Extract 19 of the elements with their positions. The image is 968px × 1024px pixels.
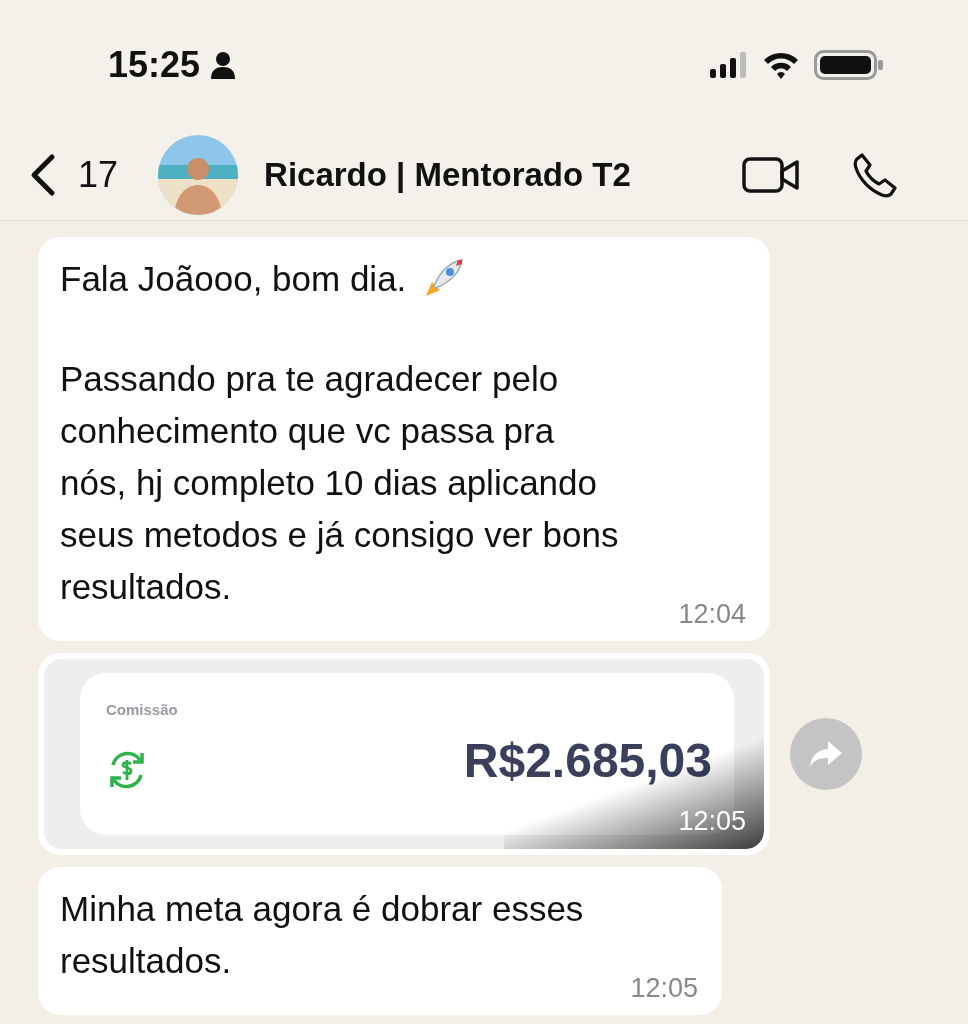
message-time: 12:05 [678, 806, 746, 837]
message-text: Fala Joãooo, bom dia. [60, 258, 407, 300]
contact-name[interactable]: Ricardo | Mentorado T2 [264, 156, 690, 194]
battery-icon [814, 50, 884, 80]
image-message[interactable]: Comissão R$2.685,03 12:05 [38, 653, 770, 855]
forward-arrow-icon [808, 739, 844, 769]
signal-icon [710, 52, 748, 78]
commission-label: Comissão [106, 701, 179, 718]
message-text: Minha meta agora é dobrar esses resultados. [60, 888, 585, 982]
message-time: 12:04 [678, 599, 746, 629]
person-icon [210, 51, 237, 79]
message-time: 12:05 [630, 973, 698, 1003]
phone-icon[interactable] [852, 152, 898, 198]
wifi-icon [762, 51, 800, 79]
clock-time: 15:25 [108, 44, 201, 86]
commission-amount: R$2.685,03 [463, 733, 712, 788]
message-text: Passando pra te agradecer pelo conhecimento que vc passa pra nós, hj completo 10 dias aplicando seus metodos e já consigo ver bons resultados. [60, 358, 620, 608]
back-button[interactable]: 17 [28, 153, 119, 197]
video-call-icon[interactable] [742, 156, 800, 194]
